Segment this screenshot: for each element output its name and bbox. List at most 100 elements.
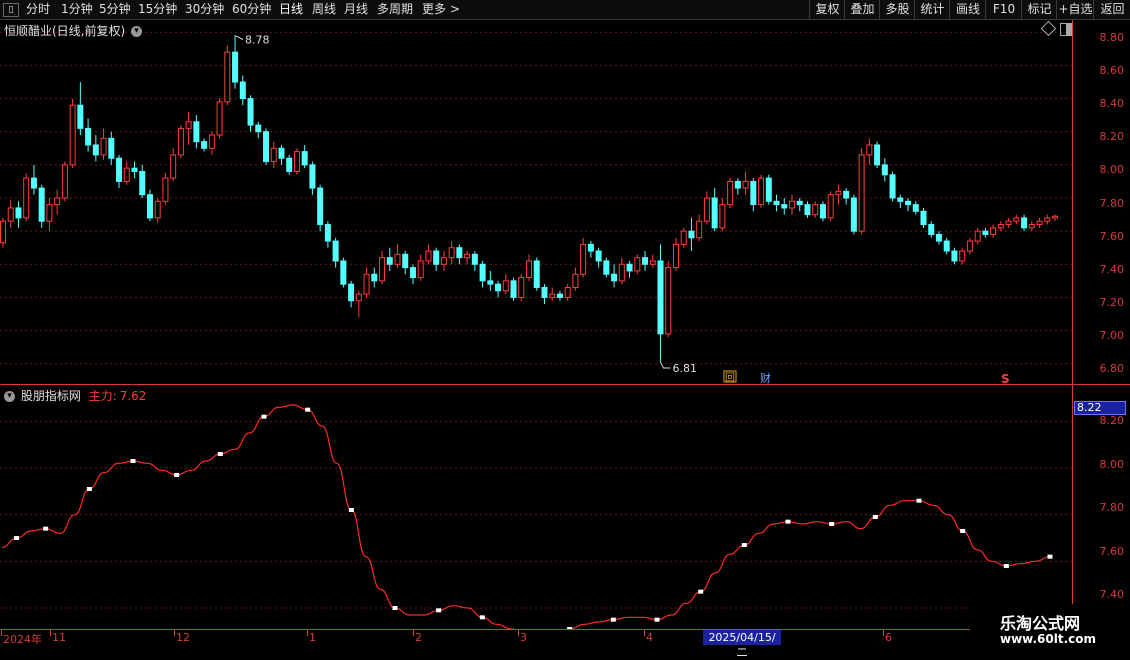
main-y-tick: 7.20 <box>1099 295 1125 309</box>
candle <box>340 257 347 288</box>
action-button-1[interactable]: 叠加 <box>844 0 880 19</box>
action-button-0[interactable]: 复权 <box>809 0 845 19</box>
candle <box>348 280 355 308</box>
main-y-tick: 7.60 <box>1099 229 1125 243</box>
chevron-down-icon[interactable]: ▾ <box>131 26 143 37</box>
period-tab-3[interactable]: 15分钟 <box>138 0 177 19</box>
candle <box>1052 214 1058 222</box>
candle <box>603 257 610 278</box>
candle <box>185 111 192 145</box>
indicator-chart[interactable] <box>0 385 1072 629</box>
candle <box>502 274 509 295</box>
candle <box>951 247 958 265</box>
candle <box>850 194 857 235</box>
action-button-3[interactable]: 统计 <box>914 0 950 19</box>
action-button-2[interactable]: 多股 <box>879 0 915 19</box>
candle <box>750 178 757 212</box>
candle <box>711 188 718 232</box>
period-tab-2[interactable]: 5分钟 <box>99 0 131 19</box>
line-marker <box>217 452 223 456</box>
period-tab-7[interactable]: 周线 <box>312 0 336 19</box>
line-marker <box>43 526 49 531</box>
candle <box>139 164 146 198</box>
candle <box>208 131 215 155</box>
candle <box>889 171 896 202</box>
candle <box>270 141 277 169</box>
candle <box>874 141 881 169</box>
stock-title[interactable]: 恒顺醋业(日线,前复权) <box>4 24 125 38</box>
line-marker <box>872 515 878 519</box>
candle <box>108 131 115 165</box>
x-tick-label: 4 <box>646 631 653 644</box>
main-y-tick: 8.60 <box>1099 64 1125 78</box>
candle <box>518 274 525 301</box>
candle <box>38 184 45 228</box>
candle <box>23 173 30 222</box>
action-button-5[interactable]: F10 <box>985 0 1022 19</box>
candle <box>665 260 672 338</box>
action-button-4[interactable]: 画线 <box>949 0 986 19</box>
x-tick-mark <box>413 630 414 636</box>
indicator-panel <box>0 385 1072 629</box>
watermark-url: www.60lt.com <box>1000 632 1097 646</box>
candle <box>1021 214 1028 232</box>
candle <box>46 198 53 232</box>
candlestick-chart[interactable]: 8.78 6.81 回 财 S <box>0 20 1072 384</box>
main-y-tick: 6.80 <box>1099 362 1125 375</box>
candle <box>1028 221 1035 232</box>
sell-marker-icon: S <box>1001 372 1010 384</box>
more-arrow-icon[interactable]: > <box>450 0 460 19</box>
candle <box>680 227 687 248</box>
line-marker <box>130 459 136 463</box>
candle <box>905 198 912 212</box>
candle <box>696 214 703 242</box>
line-marker <box>610 617 616 622</box>
low-pointer <box>660 361 671 369</box>
candle <box>966 237 973 255</box>
candle <box>417 254 424 281</box>
line-marker <box>1047 554 1053 559</box>
candle <box>804 201 811 218</box>
x-tick-mark <box>307 630 308 636</box>
watermark-title: 乐淘公式网 <box>1000 614 1081 633</box>
series-label: 主力: <box>88 389 117 403</box>
candle <box>317 184 324 232</box>
period-tab-6[interactable]: 日线 <box>279 0 303 19</box>
candle <box>464 251 471 265</box>
action-button-7[interactable]: +自选 <box>1056 0 1094 19</box>
period-tab-1[interactable]: 1分钟 <box>61 0 93 19</box>
candle <box>15 201 22 228</box>
candle <box>727 178 734 208</box>
line-marker <box>741 543 747 547</box>
period-tab-8[interactable]: 月线 <box>344 0 368 19</box>
x-tick-label: 2024年 <box>3 633 42 646</box>
panel-toggle-icon[interactable] <box>1060 23 1072 36</box>
x-tick-label: 6 <box>885 631 892 644</box>
period-tab-4[interactable]: 30分钟 <box>185 0 224 19</box>
period-tab-10[interactable]: 更多 <box>422 0 446 19</box>
window-menu-icon[interactable]: ▯ <box>3 3 19 17</box>
candle <box>564 284 571 301</box>
period-tab-5[interactable]: 60分钟 <box>232 0 271 19</box>
line-marker <box>86 487 92 491</box>
candle <box>765 174 772 205</box>
cai-marker-text: 财 <box>760 371 771 384</box>
period-tab-0[interactable]: 分时 <box>26 0 50 19</box>
candle <box>510 277 517 301</box>
candle <box>146 189 153 222</box>
candle <box>928 221 935 238</box>
hui-marker-text: 回 <box>725 372 735 384</box>
chevron-down-icon[interactable]: ▾ <box>4 391 15 402</box>
line-marker <box>261 414 267 419</box>
candle <box>170 148 177 182</box>
candle <box>456 244 463 265</box>
action-button-6[interactable]: 标记 <box>1021 0 1057 19</box>
candle <box>201 138 208 152</box>
action-button-8[interactable]: 返回 <box>1093 0 1130 19</box>
candle <box>61 161 68 202</box>
candle <box>959 247 966 265</box>
period-tab-9[interactable]: 多周期 <box>377 0 413 19</box>
indicator-name[interactable]: 股朋指标网 <box>21 389 81 403</box>
candle <box>69 98 76 169</box>
candle <box>703 191 710 225</box>
